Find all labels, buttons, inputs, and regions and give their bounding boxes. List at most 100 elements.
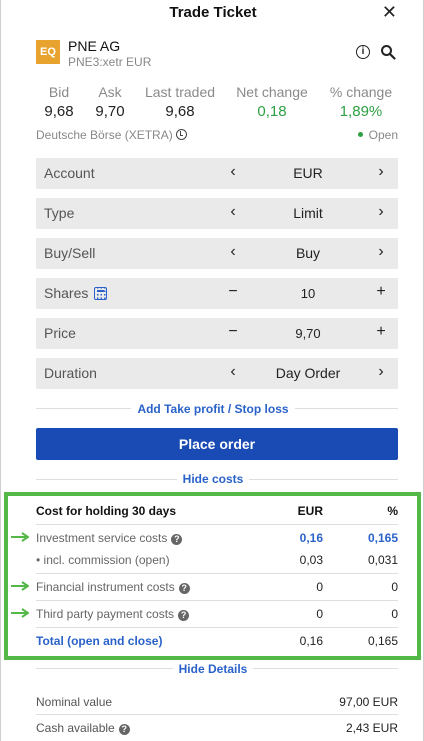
info-icon[interactable]: i bbox=[356, 45, 370, 59]
cost-pct: 0 bbox=[391, 607, 398, 621]
duration-selector: Duration ‹ Day Order › bbox=[36, 358, 398, 389]
status-dot bbox=[357, 132, 363, 137]
detail-value: 97,00 EUR bbox=[339, 695, 398, 709]
quote-pct-change: % change 1,89% bbox=[324, 84, 398, 120]
market-status-label: Open bbox=[368, 128, 398, 142]
shares-input[interactable]: 10 bbox=[246, 286, 370, 301]
cost-row-label-wrap: Investment service costs? bbox=[36, 531, 183, 545]
panel-title: Trade Ticket bbox=[169, 4, 257, 21]
cost-header-label: Cost for holding 30 days bbox=[36, 504, 177, 518]
cost-row-label: Investment service costs bbox=[36, 531, 168, 545]
buy-sell-value: Buy bbox=[295, 245, 321, 261]
shares-stepper: Shares − 10 + bbox=[36, 278, 398, 309]
search-icon[interactable] bbox=[380, 44, 396, 60]
question-icon[interactable]: ? bbox=[171, 534, 183, 545]
question-icon[interactable]: ? bbox=[118, 724, 130, 735]
buy-sell-label: Buy/Sell bbox=[44, 245, 96, 261]
duration-label: Duration bbox=[44, 365, 97, 381]
detail-label-wrap: Cash available? bbox=[36, 721, 130, 735]
cost-row-label: Financial instrument costs bbox=[36, 580, 175, 594]
chevron-right-icon[interactable]: › bbox=[374, 163, 388, 181]
detail-nominal-value: Nominal value 97,00 EUR bbox=[36, 695, 398, 709]
exchange-info: Deutsche Börse (XETRA) Open bbox=[36, 128, 398, 144]
cost-row-label: Third party payment costs bbox=[36, 607, 175, 621]
quote-net-change: Net change 0,18 bbox=[232, 84, 312, 120]
price-label: Price bbox=[44, 325, 76, 341]
quote-value: 9,70 bbox=[95, 103, 125, 120]
cost-pct: 0,165 bbox=[367, 634, 398, 648]
quote-last-traded: Last traded 9,68 bbox=[140, 84, 220, 120]
account-label: Account bbox=[44, 165, 95, 181]
detail-cash-available: Cash available? 2,43 EUR bbox=[36, 721, 398, 735]
account-value: EUR bbox=[293, 165, 323, 181]
cost-row-label-wrap: Financial instrument costs? bbox=[36, 580, 190, 594]
quote-label: Last traded bbox=[144, 84, 216, 100]
minus-icon[interactable]: − bbox=[226, 323, 240, 341]
cost-pct: 0 bbox=[391, 580, 398, 594]
divider bbox=[36, 627, 398, 628]
duration-value: Day Order bbox=[275, 365, 341, 381]
chevron-left-icon[interactable]: ‹ bbox=[226, 243, 240, 261]
cost-header-pct: % bbox=[387, 504, 398, 518]
plus-icon[interactable]: + bbox=[374, 283, 388, 301]
minus-icon[interactable]: − bbox=[226, 283, 240, 301]
hide-details-link[interactable]: Hide Details bbox=[1, 662, 424, 676]
cost-pct: 0,165 bbox=[367, 531, 398, 545]
place-order-button[interactable]: Place order bbox=[36, 428, 398, 460]
quote-value: 9,68 bbox=[44, 103, 74, 120]
hide-costs-label: Hide costs bbox=[176, 472, 250, 486]
question-icon[interactable]: ? bbox=[178, 610, 190, 621]
clock-icon[interactable] bbox=[175, 129, 187, 140]
shares-label: Shares bbox=[44, 285, 89, 301]
close-icon[interactable]: ✕ bbox=[382, 2, 397, 23]
cost-eur: 0 bbox=[316, 607, 323, 621]
divider bbox=[36, 524, 398, 525]
trade-ticket-panel: Trade Ticket ✕ EQ PNE AG PNE3:xetr EUR i… bbox=[0, 0, 424, 741]
divider bbox=[36, 573, 398, 574]
panel-header: Trade Ticket ✕ bbox=[1, 0, 424, 26]
detail-value: 2,43 EUR bbox=[345, 721, 398, 735]
add-tp-sl-label: Add Take profit / Stop loss bbox=[131, 402, 295, 416]
calculator-icon[interactable] bbox=[94, 287, 108, 300]
market-status: Open bbox=[357, 128, 398, 142]
quote-ask: Ask 9,70 bbox=[88, 84, 132, 120]
cost-row-label: • incl. commission (open) bbox=[36, 553, 170, 567]
type-value: Limit bbox=[293, 205, 323, 221]
plus-icon[interactable]: + bbox=[374, 323, 388, 341]
detail-label: Nominal value bbox=[36, 695, 113, 709]
cost-pct: 0,031 bbox=[367, 553, 398, 567]
buy-sell-selector: Buy/Sell ‹ Buy › bbox=[36, 238, 398, 269]
exchange-name: Deutsche Börse (XETRA) bbox=[36, 128, 173, 142]
chevron-left-icon[interactable]: ‹ bbox=[226, 363, 240, 381]
hide-costs-link[interactable]: Hide costs bbox=[1, 472, 424, 486]
cost-row-label-wrap: Third party payment costs? bbox=[36, 607, 190, 621]
chevron-right-icon[interactable]: › bbox=[374, 243, 388, 261]
divider bbox=[36, 714, 398, 715]
cost-eur: 0,16 bbox=[299, 634, 323, 648]
cost-eur: 0,16 bbox=[299, 531, 323, 545]
quote-label: Bid bbox=[48, 84, 70, 100]
chevron-right-icon[interactable]: › bbox=[374, 363, 388, 381]
type-selector: Type ‹ Limit › bbox=[36, 198, 398, 229]
price-input[interactable]: 9,70 bbox=[246, 326, 370, 341]
chevron-right-icon[interactable]: › bbox=[374, 203, 388, 221]
arrow-right-icon bbox=[11, 581, 29, 591]
quote-label: Ask bbox=[98, 84, 122, 100]
question-icon[interactable]: ? bbox=[178, 583, 190, 594]
quote-value: 1,89% bbox=[339, 103, 383, 120]
cost-eur: 0 bbox=[316, 580, 323, 594]
add-tp-sl-link[interactable]: Add Take profit / Stop loss bbox=[1, 402, 424, 416]
type-label: Type bbox=[44, 205, 75, 221]
instrument-header: EQ PNE AG PNE3:xetr EUR i bbox=[36, 38, 398, 70]
cost-eur: 0,03 bbox=[299, 553, 323, 567]
chevron-left-icon[interactable]: ‹ bbox=[226, 163, 240, 181]
cost-total-label: Total (open and close) bbox=[36, 634, 163, 648]
chevron-left-icon[interactable]: ‹ bbox=[226, 203, 240, 221]
quote-value: 9,68 bbox=[165, 103, 195, 120]
price-stepper: Price − 9,70 + bbox=[36, 318, 398, 349]
instrument-name: PNE AG bbox=[68, 38, 121, 54]
hide-details-label: Hide Details bbox=[172, 662, 254, 676]
account-selector: Account ‹ EUR › bbox=[36, 158, 398, 189]
quote-value: 0,18 bbox=[257, 103, 287, 120]
quote-label: % change bbox=[329, 84, 393, 100]
